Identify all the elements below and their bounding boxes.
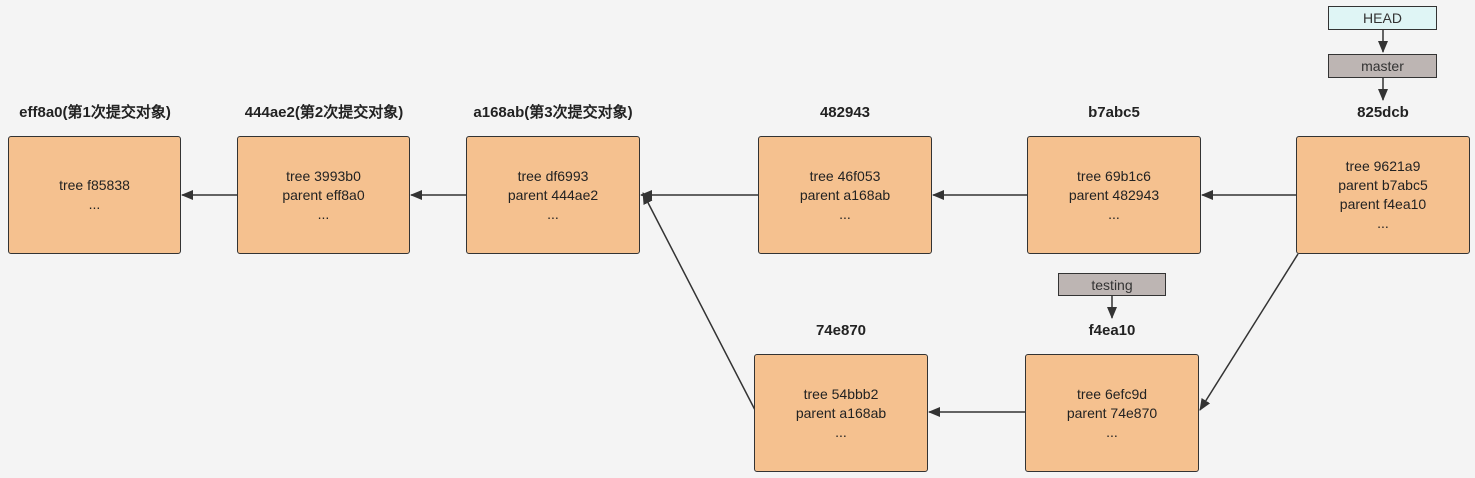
commit-node-b7abc5: tree 69b1c6 parent 482943 ... (1027, 136, 1201, 254)
head-ref-text: HEAD (1363, 10, 1402, 26)
commit-line: ... (547, 205, 559, 222)
commit-node-eff8a0: tree f85838 ... (8, 136, 181, 254)
commit-node-a168ab: tree df6993 parent 444ae2 ... (466, 136, 640, 254)
testing-branch-label: testing (1058, 273, 1166, 296)
commit-line: ... (317, 205, 330, 222)
commit-node-f4ea10: tree 6efc9d parent 74e870 ... (1025, 354, 1199, 472)
commit-node-74e870: tree 54bbb2 parent a168ab ... (754, 354, 928, 472)
commit-line: tree 46f053 (809, 167, 881, 184)
testing-branch-text: testing (1091, 276, 1133, 293)
commit-line: tree 69b1c6 (1077, 167, 1151, 184)
commit-line: ... (839, 205, 851, 222)
commit-title-74e870: 74e870 (815, 322, 867, 339)
edges-layer (181, 30, 1388, 417)
commit-node-482943: tree 46f053 parent a168ab ... (758, 136, 932, 254)
commit-line: ... (1106, 423, 1118, 440)
master-branch-label: master (1328, 54, 1437, 78)
commit-line: ... (88, 196, 101, 212)
commit-line: tree 54bbb2 (803, 385, 879, 402)
commit-line: parent eff8a0 (282, 186, 365, 203)
commit-title-482943: 482943 (819, 104, 871, 121)
commit-node-444ae2: tree 3993b0 parent eff8a0 ... (237, 136, 410, 254)
commit-line: tree f85838 (59, 177, 130, 193)
commit-title-a168ab: a168ab(第3次提交对象) (473, 104, 633, 121)
commit-title-825dcb: 825dcb (1357, 104, 1409, 121)
commit-line: parent f4ea10 (1339, 196, 1427, 212)
commit-line: parent b7abc5 (1338, 177, 1428, 193)
commit-title-f4ea10: f4ea10 (1088, 322, 1136, 339)
commit-graph-canvas: HEAD master testing eff8a0(第1次提交对象) tree… (0, 0, 1475, 478)
commit-line: tree 9621a9 (1345, 158, 1421, 174)
commit-line: parent 74e870 (1066, 404, 1158, 421)
master-branch-text: master (1361, 58, 1404, 74)
commit-line: parent a168ab (799, 186, 891, 203)
commit-line: parent 444ae2 (507, 186, 599, 203)
commit-line: tree 6efc9d (1076, 385, 1148, 402)
commit-node-825dcb: tree 9621a9 parent b7abc5 parent f4ea10 … (1296, 136, 1470, 254)
commit-title-b7abc5: b7abc5 (1088, 104, 1140, 121)
head-ref-label: HEAD (1328, 6, 1437, 30)
commit-line: parent 482943 (1068, 186, 1160, 203)
commit-line: tree 3993b0 (286, 167, 361, 184)
edge-74e870-to-a168ab (642, 192, 756, 411)
commit-title-444ae2: 444ae2(第2次提交对象) (244, 104, 404, 121)
commit-line: ... (1377, 215, 1389, 231)
commit-line: tree df6993 (517, 167, 589, 184)
commit-line: ... (1108, 205, 1120, 222)
commit-line: parent a168ab (795, 404, 887, 421)
commit-title-eff8a0: eff8a0(第1次提交对象) (19, 104, 171, 121)
commit-line: ... (835, 423, 847, 440)
edge-825dcb-to-f4ea10 (1199, 253, 1299, 411)
